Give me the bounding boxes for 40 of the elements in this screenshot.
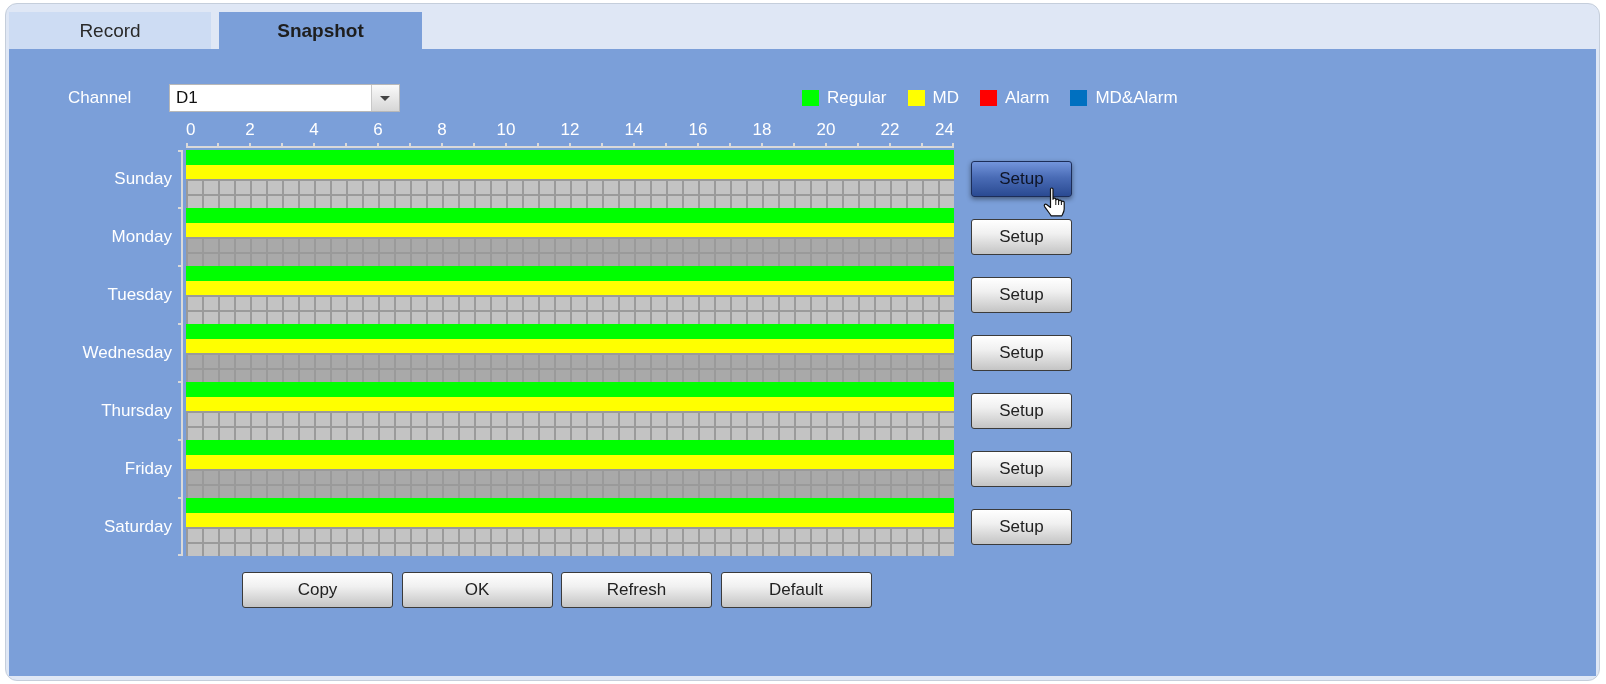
hour-label: 12 (559, 119, 581, 141)
hour-label: 16 (687, 119, 709, 141)
setup-button[interactable]: Setup (971, 509, 1072, 545)
action-button[interactable]: Copy (242, 572, 393, 608)
hour-label: 4 (308, 119, 320, 141)
hour-label: 8 (436, 119, 448, 141)
channel-label: Channel (68, 88, 133, 108)
day-label: Tuesday (107, 285, 172, 305)
tab[interactable]: Record (9, 12, 211, 49)
action-button[interactable]: OK (401, 572, 553, 608)
legend-label: MD (932, 88, 959, 108)
channel-dropdown[interactable]: D1 (169, 84, 400, 112)
setup-button[interactable]: Setup (971, 335, 1072, 371)
day-label: Monday (111, 227, 172, 247)
setup-button[interactable]: Setup (971, 277, 1072, 313)
hour-label: 0 (186, 119, 197, 141)
legend-label: Alarm (1005, 88, 1050, 108)
setup-button[interactable]: Setup (971, 219, 1072, 255)
setup-button[interactable]: Setup (971, 393, 1072, 429)
action-button[interactable]: Default (720, 572, 872, 608)
hand-cursor-icon (1042, 187, 1066, 217)
hour-label: 24 (934, 119, 954, 141)
day-label: Saturday (103, 517, 172, 537)
hour-label: 14 (623, 119, 645, 141)
day-label: Sunday (114, 169, 172, 189)
legend-label: MD&Alarm (1095, 88, 1178, 108)
hour-label: 18 (751, 119, 773, 141)
hour-label: 20 (815, 119, 837, 141)
action-button[interactable]: Refresh (561, 572, 712, 608)
caret-icon[interactable] (371, 85, 399, 111)
tab[interactable]: Snapshot (219, 12, 422, 49)
day-label: Thursday (101, 401, 172, 421)
hour-label: 2 (244, 119, 256, 141)
day-label: Wednesday (82, 343, 172, 363)
hour-label: 22 (879, 119, 901, 141)
hour-label: 6 (372, 119, 384, 141)
hour-label: 10 (495, 119, 517, 141)
legend-label: Regular (827, 88, 887, 108)
setup-button[interactable]: Setup (971, 451, 1072, 487)
day-label: Friday (124, 459, 172, 479)
